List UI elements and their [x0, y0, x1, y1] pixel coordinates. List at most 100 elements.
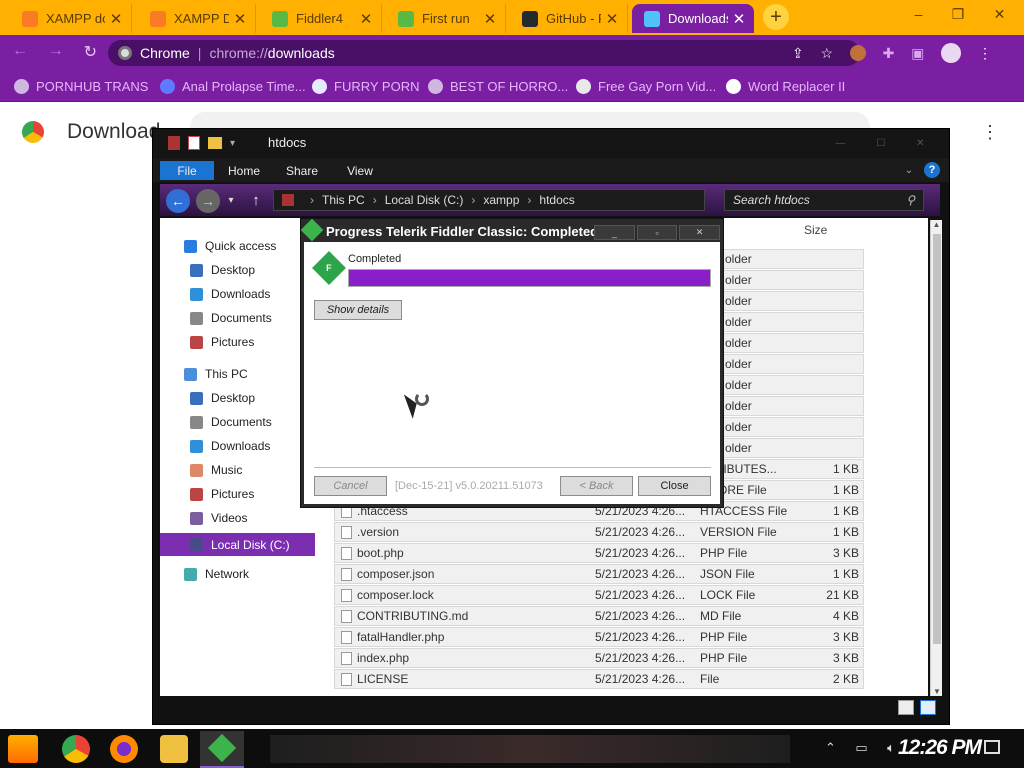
- profile-icon[interactable]: [941, 43, 962, 63]
- nav-item[interactable]: Local Disk (C:): [160, 533, 315, 556]
- breadcrumb-item[interactable]: This PC: [322, 193, 365, 207]
- ribbon-tab-view[interactable]: View: [338, 161, 382, 180]
- forward-icon[interactable]: →: [48, 42, 64, 62]
- nav-item[interactable]: Pictures: [190, 484, 254, 504]
- tab-5[interactable]: GitHub - R ✕: [510, 4, 628, 33]
- close-tab-icon[interactable]: ✕: [732, 10, 746, 28]
- close-icon[interactable]: ✕: [916, 138, 924, 150]
- close-tab-icon[interactable]: ✕: [605, 10, 619, 28]
- restore-icon[interactable]: ❐: [952, 6, 965, 26]
- table-row[interactable]: composer.lock 5/21/2023 4:26... LOCK File 2…: [334, 585, 864, 605]
- bookmark-item[interactable]: Word Replacer II: [726, 77, 845, 95]
- nav-item[interactable]: This PC: [184, 364, 248, 384]
- nav-item[interactable]: Quick access: [184, 236, 276, 256]
- breadcrumb-separator[interactable]: ›: [471, 193, 475, 207]
- breadcrumb-separator[interactable]: ›: [310, 193, 314, 207]
- cancel-button[interactable]: Cancel: [314, 476, 387, 496]
- search-htdocs-input[interactable]: Search htdocs ⚲: [724, 189, 924, 211]
- table-row[interactable]: CONTRIBUTING.md 5/21/2023 4:26... MD File 4…: [334, 606, 864, 626]
- close-tab-icon[interactable]: ✕: [233, 10, 247, 28]
- volume-icon[interactable]: 🔈︎: [887, 740, 895, 756]
- chevron-up-icon[interactable]: ⌃: [825, 740, 836, 756]
- up-button[interactable]: ↑: [246, 190, 266, 210]
- qat-dropdown-icon[interactable]: ▾: [230, 138, 235, 149]
- breadcrumb-item[interactable]: Local Disk (C:): [385, 193, 464, 207]
- back-button[interactable]: < Back: [560, 476, 633, 496]
- reload-icon[interactable]: ↻: [84, 42, 97, 62]
- fiddler-taskbar-item[interactable]: [200, 731, 244, 768]
- column-header-size[interactable]: Size: [804, 223, 827, 237]
- share-icon[interactable]: ⇪: [792, 45, 804, 62]
- file-explorer-taskbar-icon[interactable]: [160, 735, 188, 763]
- table-row[interactable]: LICENSE 5/21/2023 4:26... File 2 KB: [334, 669, 864, 689]
- minimize-icon[interactable]: –: [915, 6, 923, 26]
- close-button[interactable]: Close: [638, 476, 711, 496]
- ribbon-tab-file[interactable]: File: [160, 161, 214, 180]
- star-icon[interactable]: ☆: [821, 45, 834, 62]
- bookmark-item[interactable]: FURRY PORN: [312, 77, 419, 95]
- maximize-icon[interactable]: ▫: [636, 225, 678, 240]
- scroll-down-icon[interactable]: ▼: [931, 687, 943, 696]
- chrome-taskbar-icon[interactable]: [62, 735, 90, 763]
- table-row[interactable]: .version 5/21/2023 4:26... VERSION File 1 K…: [334, 522, 864, 542]
- breadcrumb-item[interactable]: htdocs: [539, 193, 574, 207]
- start-button[interactable]: [8, 735, 38, 763]
- table-row[interactable]: index.php 5/21/2023 4:26... PHP File 3 KB: [334, 648, 864, 668]
- nav-item[interactable]: Desktop: [190, 260, 255, 280]
- table-row[interactable]: fatalHandler.php 5/21/2023 4:26... PHP Fil…: [334, 627, 864, 647]
- nav-item[interactable]: Documents: [190, 412, 272, 432]
- forward-button[interactable]: →: [196, 189, 220, 213]
- ribbon-expand-icon[interactable]: ⌄: [902, 163, 916, 177]
- back-icon[interactable]: ←: [12, 42, 28, 62]
- bookmark-item[interactable]: BEST OF HORRO...: [428, 77, 568, 95]
- minimize-icon[interactable]: _: [594, 225, 635, 240]
- bookmark-item[interactable]: Free Gay Porn Vid...: [576, 77, 716, 95]
- close-tab-icon[interactable]: ✕: [359, 10, 373, 28]
- bookmark-item[interactable]: Anal Prolapse Time...: [160, 77, 306, 95]
- table-row[interactable]: boot.php 5/21/2023 4:26... PHP File 3 KB: [334, 543, 864, 563]
- recent-locations-icon[interactable]: ▾: [224, 193, 238, 207]
- scroll-up-icon[interactable]: ▲: [931, 220, 942, 232]
- back-button[interactable]: ←: [166, 189, 190, 213]
- close-window-icon[interactable]: ✕: [994, 6, 1006, 26]
- ribbon-tab-share[interactable]: Share: [278, 161, 326, 180]
- notification-icon[interactable]: [984, 740, 1000, 754]
- menu-icon[interactable]: ⋮: [978, 45, 992, 62]
- network-icon[interactable]: ▭: [855, 740, 867, 756]
- nav-item[interactable]: Desktop: [190, 388, 255, 408]
- ribbon-tab-home[interactable]: Home: [218, 161, 270, 180]
- close-icon[interactable]: ✕: [679, 225, 721, 240]
- tiles-view-icon[interactable]: [920, 700, 936, 715]
- table-row[interactable]: composer.json 5/21/2023 4:26... JSON File 1…: [334, 564, 864, 584]
- tab-1[interactable]: XAMPP do ✕: [10, 4, 132, 33]
- tab-2[interactable]: XAMPP Da ✕: [138, 4, 256, 33]
- close-tab-icon[interactable]: ✕: [109, 10, 123, 28]
- page-menu-icon[interactable]: ⋮: [980, 122, 1000, 142]
- address-breadcrumb[interactable]: › This PC › Local Disk (C:) › xampp › htdocs: [273, 189, 705, 211]
- taskbar-clock[interactable]: 12:26 PM: [898, 736, 982, 760]
- details-view-icon[interactable]: [898, 700, 914, 715]
- scroll-thumb[interactable]: [933, 234, 941, 644]
- nav-item[interactable]: Pictures: [190, 332, 254, 352]
- bookmark-item[interactable]: PORNHUB TRANS: [14, 77, 148, 95]
- breadcrumb-separator[interactable]: ›: [373, 193, 377, 207]
- help-icon[interactable]: ?: [924, 162, 940, 178]
- firefox-taskbar-icon[interactable]: [110, 735, 138, 763]
- nav-item[interactable]: Downloads: [190, 284, 270, 304]
- tab-6[interactable]: Downloads ✕: [632, 4, 754, 33]
- new-folder-icon[interactable]: [208, 137, 222, 149]
- nav-item[interactable]: Music: [190, 460, 242, 480]
- address-bar[interactable]: Chrome | chrome:// downloads: [108, 40, 860, 66]
- nav-item[interactable]: Downloads: [190, 436, 270, 456]
- nav-item[interactable]: Videos: [190, 508, 247, 528]
- breadcrumb-item[interactable]: xampp: [483, 193, 519, 207]
- new-tab-button[interactable]: +: [763, 4, 789, 30]
- tab-4[interactable]: First run ✕: [386, 4, 506, 33]
- tab-3[interactable]: Fiddler4 ✕: [260, 4, 382, 33]
- extension-avatar-icon[interactable]: [849, 45, 866, 61]
- sidepanel-icon[interactable]: ▣: [911, 45, 924, 62]
- close-tab-icon[interactable]: ✕: [483, 10, 497, 28]
- vertical-scrollbar[interactable]: ▲ ▼: [930, 220, 942, 696]
- minimize-icon[interactable]: —: [835, 138, 845, 150]
- nav-item[interactable]: Documents: [190, 308, 272, 328]
